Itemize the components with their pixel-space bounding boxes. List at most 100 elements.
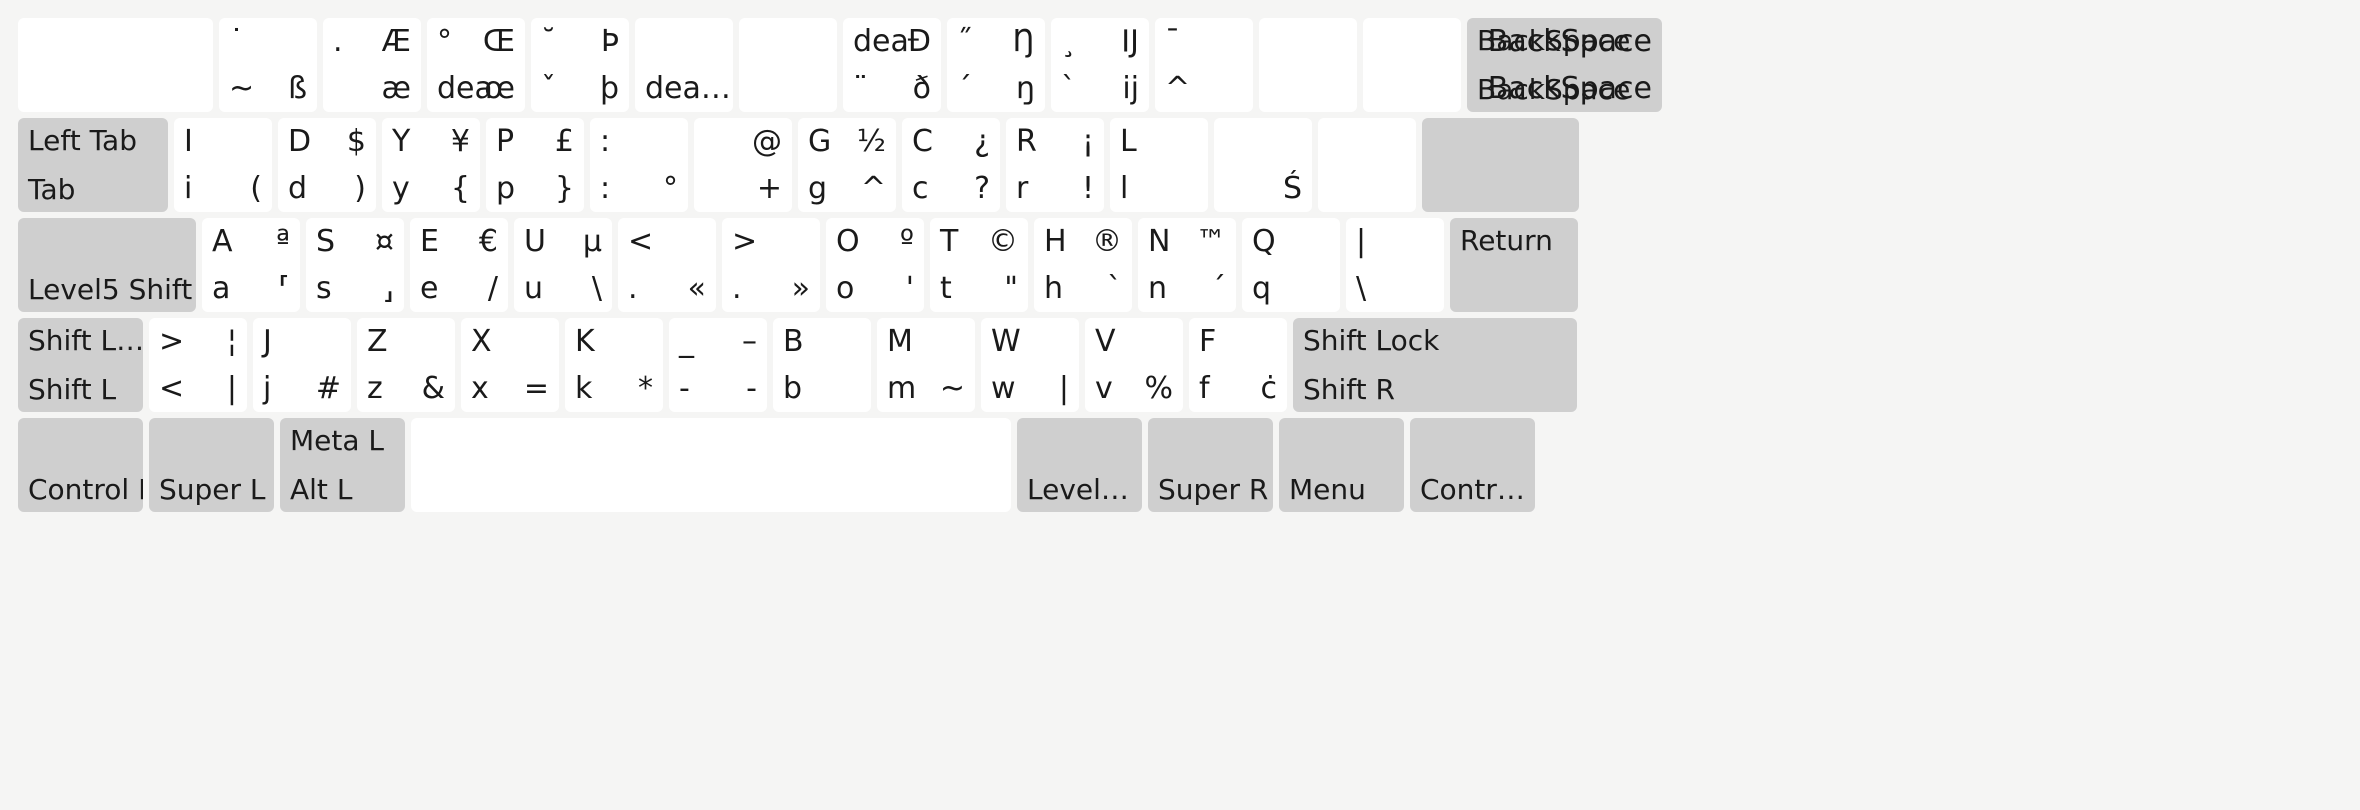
- key-r1-9-br: ŋ: [1016, 71, 1035, 106]
- key-r4-2[interactable]: Zz&: [357, 318, 455, 412]
- key-space[interactable]: [411, 418, 1011, 512]
- key-r1-4[interactable]: °Œdeaœ: [427, 18, 525, 112]
- key-r4-7[interactable]: Mm~: [877, 318, 975, 412]
- key-r1-6-bl: dea…: [645, 71, 731, 106]
- key-backspace[interactable]: BackSpaceBackSpaceBackSpaceBackSpace: [1467, 18, 1662, 112]
- key-r2-7-tr: ½: [857, 124, 886, 159]
- key-level3[interactable]: Level…: [1017, 418, 1142, 512]
- key-r4-9-br: %: [1144, 371, 1173, 406]
- key-r3-8-tl: T: [940, 224, 958, 259]
- key-r4-10[interactable]: Ffċ: [1189, 318, 1287, 412]
- key-r3-11-bl: q: [1252, 271, 1271, 306]
- key-r3-10-tr: ™: [1196, 224, 1226, 259]
- key-r2-5[interactable]: ::°: [590, 118, 688, 212]
- key-super-l[interactable]: Super L: [149, 418, 274, 512]
- key-r2-2[interactable]: D$d): [278, 118, 376, 212]
- key-r3-10[interactable]: N™n´: [1138, 218, 1236, 312]
- key-r2-3[interactable]: Y¥y{: [382, 118, 480, 212]
- key-r4-5[interactable]: _–--: [669, 318, 767, 412]
- key-r4-10-br: ċ: [1261, 371, 1278, 406]
- key-r4-5-br: -: [746, 371, 757, 406]
- key-r2-5-tl: :: [600, 124, 610, 159]
- key-r4-8[interactable]: Ww|: [981, 318, 1079, 412]
- key-r1-12[interactable]: [1259, 18, 1357, 112]
- key-r1-7[interactable]: [739, 18, 837, 112]
- key-menu-bl: Menu: [1289, 473, 1366, 506]
- key-alt-l[interactable]: Meta LAlt L: [280, 418, 405, 512]
- key-r3-6-br: »: [792, 271, 810, 306]
- key-r4-4[interactable]: Kk*: [565, 318, 663, 412]
- key-alt-l-tl: Meta L: [290, 424, 384, 457]
- key-menu[interactable]: Menu: [1279, 418, 1404, 512]
- key-r3-7[interactable]: Oºo': [826, 218, 924, 312]
- key-r1-5[interactable]: ˘Þˇþ: [531, 18, 629, 112]
- key-r1-4-tr: Œ: [483, 24, 515, 59]
- key-r2-8-bl: c: [912, 171, 929, 206]
- key-r1-8-bl: ¨: [853, 71, 868, 106]
- key-r2-4-br: }: [555, 171, 574, 206]
- key-r3-6-bl: .: [732, 271, 742, 306]
- key-control-l[interactable]: Control L: [18, 418, 143, 512]
- key-r3-3-tr: €: [479, 224, 498, 259]
- key-r1-3[interactable]: .Ææ: [323, 18, 421, 112]
- key-tab[interactable]: Left TabTab: [18, 118, 168, 212]
- key-return[interactable]: Return: [1450, 218, 1578, 312]
- key-r3-5[interactable]: <.«: [618, 218, 716, 312]
- key-r2-4[interactable]: P£p}: [486, 118, 584, 212]
- key-shift-r[interactable]: Shift LockShift R: [1293, 318, 1577, 412]
- key-r3-8-tr: ©: [988, 224, 1018, 259]
- key-r3-2[interactable]: S¤s⸥: [306, 218, 404, 312]
- key-r4-7-tl: M: [887, 324, 913, 359]
- key-r3-9[interactable]: H®h`: [1034, 218, 1132, 312]
- key-r1-6[interactable]: dea…: [635, 18, 733, 112]
- key-r2-7[interactable]: G½g^: [798, 118, 896, 212]
- key-r2-1[interactable]: Ii(: [174, 118, 272, 212]
- key-r3-6[interactable]: >.»: [722, 218, 820, 312]
- key-super-r[interactable]: Super R: [1148, 418, 1273, 512]
- key-r1-3-br: æ: [382, 71, 411, 106]
- key-control-r[interactable]: Contr…: [1410, 418, 1535, 512]
- key-r1-1[interactable]: [18, 18, 213, 112]
- key-r3-4[interactable]: Uµu\: [514, 218, 612, 312]
- key-r4-3-tl: X: [471, 324, 492, 359]
- key-r3-11[interactable]: Qq: [1242, 218, 1340, 312]
- key-r1-9[interactable]: ˝Ŋ´ŋ: [947, 18, 1045, 112]
- key-r2-2-tl: D: [288, 124, 311, 159]
- key-r4-3[interactable]: Xx=: [461, 318, 559, 412]
- key-shift-l[interactable]: Shift L…Shift L: [18, 318, 143, 412]
- key-r1-5-tr: Þ: [601, 24, 619, 59]
- key-r4-1[interactable]: Jj#: [253, 318, 351, 412]
- key-r1-11[interactable]: ¯^: [1155, 18, 1253, 112]
- key-r3-8[interactable]: T©t": [930, 218, 1028, 312]
- key-r3-7-br: ': [906, 271, 914, 306]
- key-r2-6[interactable]: @+: [694, 118, 792, 212]
- key-r3-1[interactable]: Aªa⸢: [202, 218, 300, 312]
- key-r4-9[interactable]: Vv%: [1085, 318, 1183, 412]
- key-return-top[interactable]: [1422, 118, 1579, 212]
- key-r1-5-tl: ˘: [541, 24, 556, 59]
- key-r2-2-tr: $: [347, 124, 366, 159]
- key-lessgreater[interactable]: >¦<|: [149, 318, 247, 412]
- key-r1-8[interactable]: deaÐ¨ð: [843, 18, 941, 112]
- key-r1-2[interactable]: ˙~ß: [219, 18, 317, 112]
- key-r1-8-tr: Ð: [908, 24, 931, 59]
- key-r1-13[interactable]: [1363, 18, 1461, 112]
- key-r3-10-br: ´: [1211, 271, 1226, 306]
- key-r2-8[interactable]: C¿c?: [902, 118, 1000, 212]
- key-r2-12[interactable]: [1318, 118, 1416, 212]
- key-r3-12[interactable]: |\: [1346, 218, 1444, 312]
- key-r2-10[interactable]: Ll: [1110, 118, 1208, 212]
- key-r3-9-tr: ®: [1092, 224, 1122, 259]
- keyboard-row-2: Left TabTabIi(D$d)Y¥y{P£p}::°@+G½g^C¿c?R…: [18, 118, 2342, 212]
- key-r1-10[interactable]: ¸Ĳ`ĳ: [1051, 18, 1149, 112]
- key-level5[interactable]: Level5 Shift: [18, 218, 196, 312]
- key-r2-9[interactable]: R¡r!: [1006, 118, 1104, 212]
- key-r4-6[interactable]: Bb: [773, 318, 871, 412]
- key-r3-8-bl: t: [940, 271, 952, 306]
- key-r1-11-bl: ^: [1165, 71, 1190, 106]
- key-r3-3[interactable]: E€e/: [410, 218, 508, 312]
- keyboard-row-5: Control LSuper LMeta LAlt L Level…Super R…: [18, 418, 2342, 512]
- key-r2-11[interactable]: Ś: [1214, 118, 1312, 212]
- key-r4-1-tl: J: [263, 324, 272, 359]
- key-r3-7-tl: O: [836, 224, 860, 259]
